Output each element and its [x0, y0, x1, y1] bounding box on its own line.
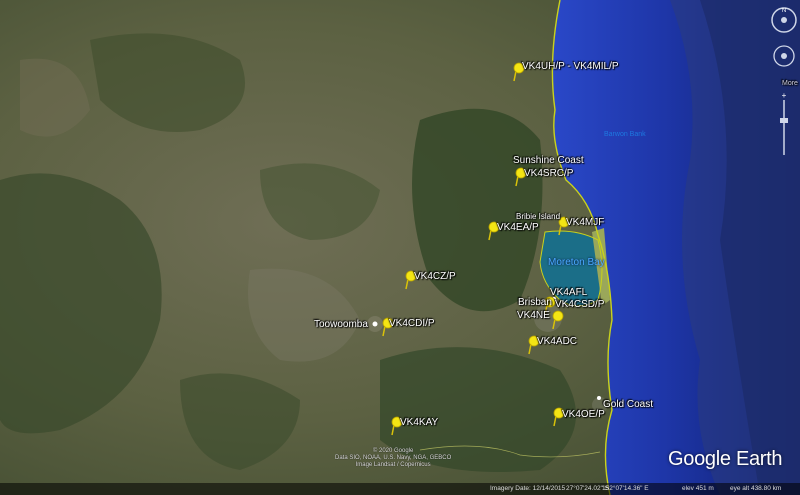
- google-earth-logo: Google Earth: [668, 448, 783, 470]
- compass-icon[interactable]: N: [771, 7, 797, 33]
- label-barwon-bank: Barwon Bank: [604, 131, 646, 138]
- label-bribie-island: Bribie Island: [516, 212, 561, 221]
- imagery-date: Imagery Date: 12/14/2015: [490, 485, 566, 492]
- imagery-attribution: © 2020 Google Data SIO, NOAA, U.S. Navy,…: [335, 448, 451, 469]
- label-vk4ea[interactable]: VK4EA/P: [497, 223, 539, 233]
- pin-vk4ne[interactable]: [551, 310, 565, 330]
- label-vk4uh[interactable]: VK4UH/P - VK4MIL/P: [522, 62, 619, 72]
- label-vk4oe[interactable]: VK4OE/P: [562, 410, 605, 420]
- label-vk4cz[interactable]: VK4CZ/P: [414, 272, 456, 282]
- eye-altitude-readout: eye alt 438.80 km: [730, 485, 782, 492]
- google-earth-map-view[interactable]: VK4UH/P - VK4MIL/P Sunshine Coast VK4SRC…: [0, 0, 800, 495]
- label-vk4src[interactable]: VK4SRC/P: [524, 169, 573, 179]
- label-vk4adc[interactable]: VK4ADC: [537, 337, 577, 347]
- label-brisbane: Brisban: [518, 297, 552, 308]
- label-vk4kay[interactable]: VK4KAY: [400, 418, 438, 428]
- zoom-slider[interactable]: +: [780, 91, 788, 155]
- label-vk4afl[interactable]: VK4AFL: [550, 288, 587, 298]
- svg-text:+: +: [782, 91, 787, 100]
- gold-coast-dot: [597, 396, 601, 400]
- status-bar: Imagery Date: 12/14/2015 27°07'24.02" S …: [0, 483, 800, 495]
- label-vk4csd[interactable]: VK4CSD/P: [555, 300, 604, 310]
- attribution-line: Data SIO, NOAA, U.S. Navy, NGA, GEBCO: [335, 455, 452, 461]
- longitude-readout: 152°07'14.36" E: [602, 485, 649, 492]
- label-sunshine-coast: Sunshine Coast: [513, 155, 584, 166]
- attribution-line: Image Landsat / Copernicus: [355, 462, 431, 468]
- label-vk4ne[interactable]: VK4NE: [517, 311, 550, 321]
- toowoomba-dot: [372, 321, 378, 327]
- svg-text:N: N: [782, 8, 786, 14]
- look-joystick-icon[interactable]: [773, 45, 795, 67]
- label-moreton-bay: Moreton Bay: [548, 257, 605, 268]
- more-label[interactable]: More: [782, 80, 798, 87]
- attribution-line: © 2020 Google: [372, 448, 414, 454]
- elevation-readout: elev 451 m: [682, 485, 714, 492]
- label-vk4cdi[interactable]: VK4CDI/P: [389, 319, 435, 329]
- label-gold-coast: Gold Coast: [603, 399, 654, 410]
- label-vk4mjf[interactable]: VK4MJF: [566, 218, 604, 228]
- label-toowoomba: Toowoomba: [314, 319, 368, 330]
